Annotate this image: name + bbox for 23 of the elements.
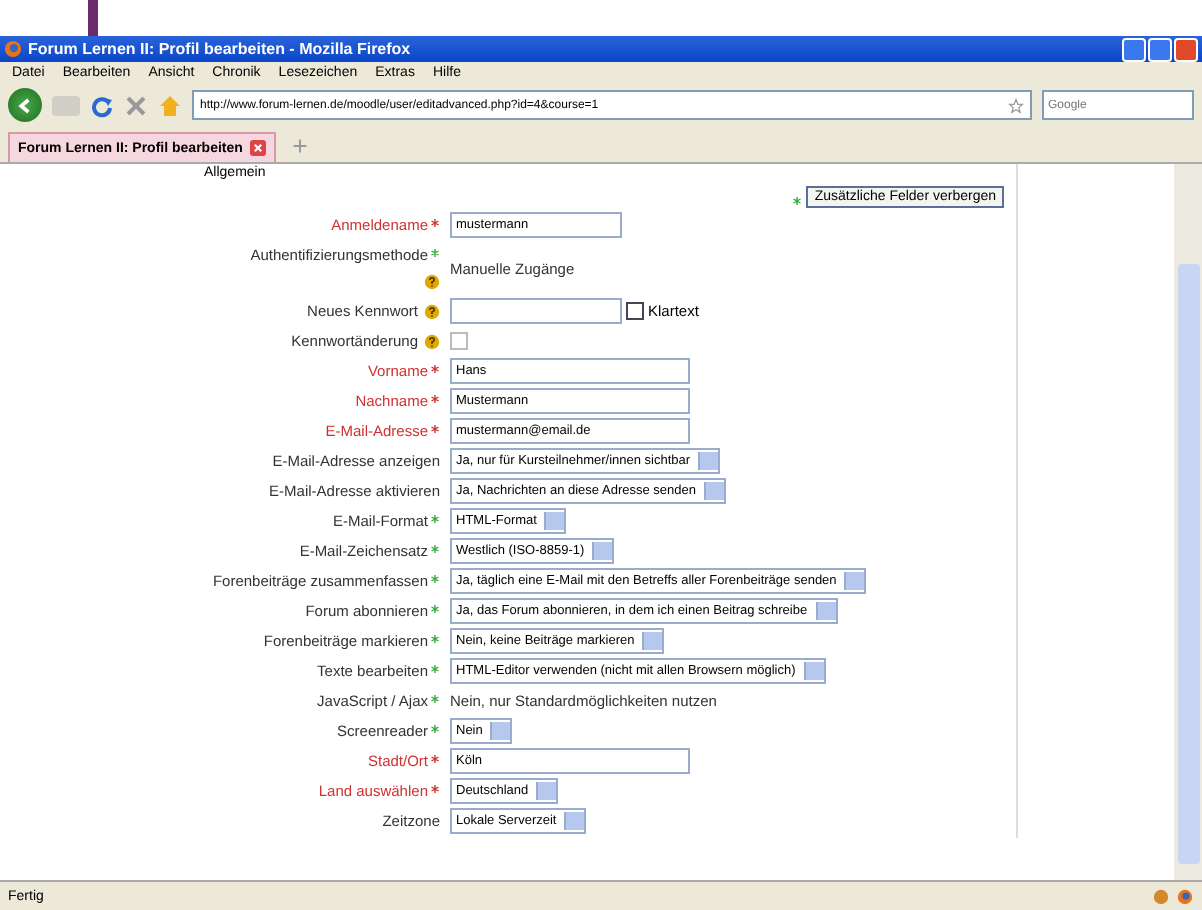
checkbox[interactable] <box>450 332 468 350</box>
close-tab-icon[interactable] <box>250 140 267 156</box>
new-tab-icon[interactable] <box>292 138 309 154</box>
password-field[interactable] <box>450 298 622 324</box>
help-icon[interactable] <box>424 304 440 321</box>
reload-icon[interactable] <box>90 93 114 117</box>
star-icon[interactable] <box>1008 97 1024 113</box>
back-button[interactable] <box>8 88 42 122</box>
maximize-button[interactable] <box>1148 37 1172 61</box>
firefox-icon <box>4 40 22 58</box>
help-icon[interactable] <box>424 334 440 351</box>
firefox-icon <box>1176 887 1194 905</box>
window-title: Forum Lernen II: Profil bearbeiten - Mozilla Firefox <box>28 40 413 58</box>
scrollbar-thumb[interactable] <box>1177 264 1199 864</box>
background-bar <box>88 0 98 36</box>
checkbox[interactable] <box>626 302 644 320</box>
stop-icon[interactable] <box>124 93 148 117</box>
scrollbar[interactable] <box>1174 164 1202 880</box>
close-button[interactable] <box>1174 37 1198 61</box>
minimize-button[interactable] <box>1122 37 1146 61</box>
help-icon[interactable] <box>424 274 440 291</box>
asterisk-icon <box>792 195 803 205</box>
addon-icon <box>1152 887 1170 905</box>
